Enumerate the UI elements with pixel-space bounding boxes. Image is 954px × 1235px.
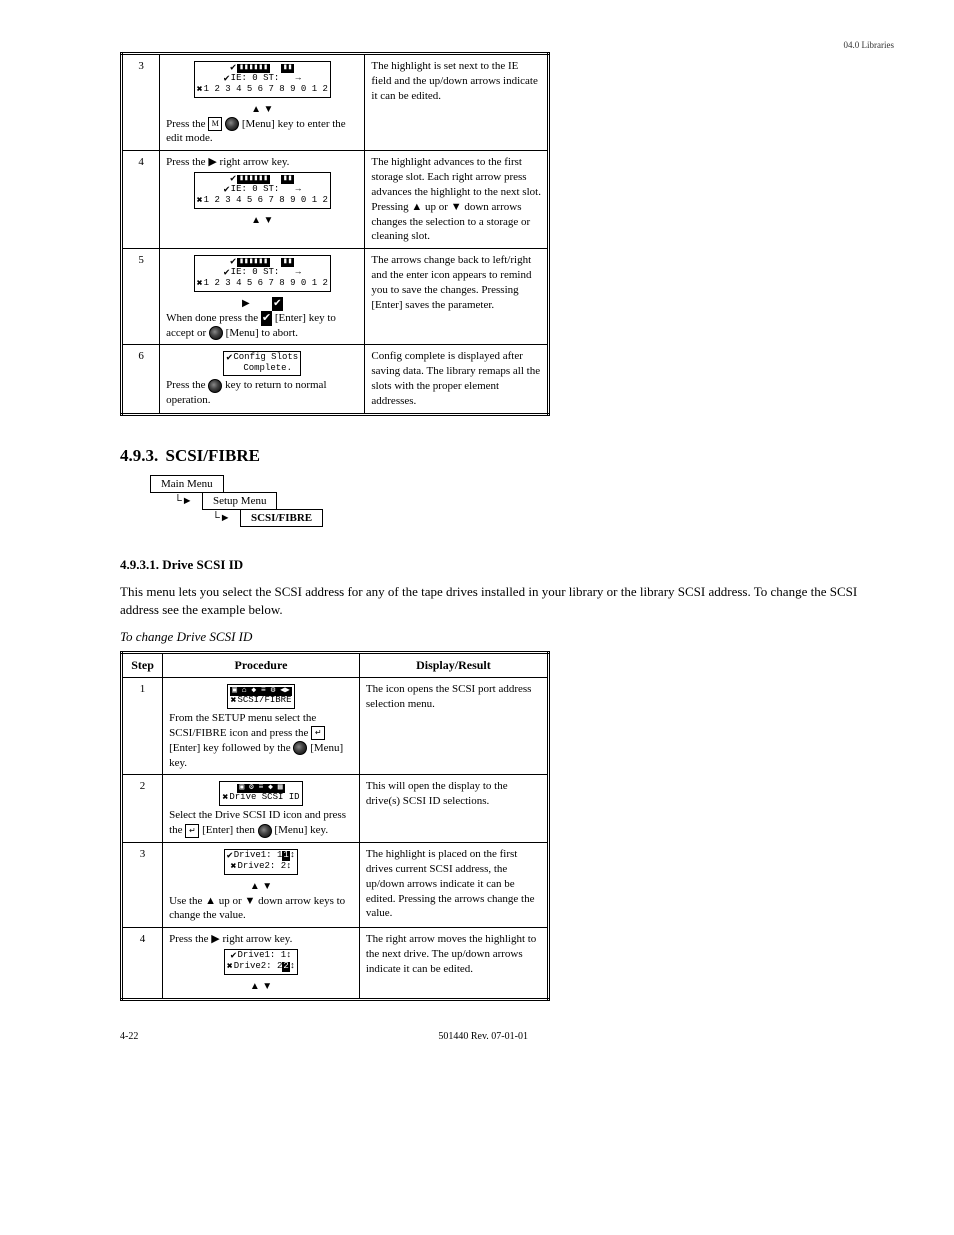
table-row: 3 ✔Drive1: 11↕ ✖Drive2: 2↕ ▲ ▼ Use the ▲… [122, 843, 549, 928]
nav-arrows: ▲ ▼ [169, 980, 353, 994]
lcd-panel: ▣ ⚙ ≡ ◆ ▦ ✖Drive SCSI ID [219, 781, 302, 806]
page-footer: 4-22 501440 Rev. 07-01-01 [120, 1031, 894, 1042]
result-cell: The highlight is set next to the IE fiel… [365, 54, 549, 151]
lcd-panel: ▣ ⌂ ◆ ≡ ⚙ ◀▶ ✖SCSI/FIBRE [227, 684, 295, 709]
menu-knob-icon [225, 117, 239, 131]
table-row: 4 Press the ▶ right arrow key. ✔Drive1: … [122, 928, 549, 999]
table-row: 3 ✔▮▮▮▮▮▮ ▮▮ ✔IE: 0 ST: → ✖1 2 3 4 5 6 7… [122, 54, 549, 151]
flow-arrow-icon: └► [212, 512, 240, 524]
enter-check-icon: ✔ [272, 297, 282, 311]
flow-box: Setup Menu [202, 492, 277, 510]
enter-key-icon: ✔ [261, 311, 272, 326]
table-row: 2 ▣ ⚙ ≡ ◆ ▦ ✖Drive SCSI ID Select the Dr… [122, 775, 549, 843]
running-head: 04.0 Libraries [120, 40, 894, 50]
th-result: Display/Result [359, 653, 548, 678]
menu-knob-icon [258, 824, 272, 838]
lcd-panel: ✔▮▮▮▮▮▮ ▮▮ ✔IE: 0 ST: → ✖1 2 3 4 5 6 7 8… [194, 255, 331, 292]
flow-arrow-icon: └► [174, 495, 202, 507]
nav-arrows: ▶ ✔ [166, 297, 358, 311]
note-text: This menu lets you select the SCSI addre… [120, 583, 894, 619]
procedure-cell: ✔▮▮▮▮▮▮ ▮▮ ✔IE: 0 ST: → ✖1 2 3 4 5 6 7 8… [160, 54, 365, 151]
step-cell: 3 [122, 54, 160, 151]
doc-id: 501440 Rev. 07-01-01 [438, 1031, 528, 1042]
table-row: 5 ✔▮▮▮▮▮▮ ▮▮ ✔IE: 0 ST: → ✖1 2 3 4 5 6 7… [122, 249, 549, 345]
procedure-table-1: 3 ✔▮▮▮▮▮▮ ▮▮ ✔IE: 0 ST: → ✖1 2 3 4 5 6 7… [120, 52, 550, 416]
enter-key-icon: ↵ [185, 824, 199, 838]
enter-key-icon: ↵ [311, 726, 325, 740]
th-step: Step [122, 653, 163, 678]
nav-arrows: ▲ ▼ [166, 214, 358, 228]
menu-flow-diagram: Main Menu └►Setup Menu └►SCSI/FIBRE [150, 475, 894, 527]
menu-knob-icon [209, 326, 223, 340]
flow-box: SCSI/FIBRE [240, 509, 323, 527]
table-header-row: Step Procedure Display/Result [122, 653, 549, 678]
menu-knob-icon [293, 741, 307, 755]
nav-arrows: ▲ ▼ [166, 103, 358, 117]
table-row: 4 Press the ▶ right arrow key. ✔▮▮▮▮▮▮ ▮… [122, 151, 549, 249]
table-row: 1 ▣ ⌂ ◆ ≡ ⚙ ◀▶ ✖SCSI/FIBRE From the SETU… [122, 678, 549, 775]
menu-knob-icon [208, 379, 222, 393]
subsection-heading: 4.9.3.1. Drive SCSI ID [120, 557, 894, 573]
menu-key-icon: M [208, 117, 222, 131]
procedure-table-2: Step Procedure Display/Result 1 ▣ ⌂ ◆ ≡ … [120, 651, 550, 1000]
page-number: 4-22 [120, 1031, 138, 1042]
lcd-panel: ✔Config Slots Complete. [223, 351, 301, 376]
lcd-panel: ✔Drive1: 1↕ ✖Drive2: 22↕ [224, 949, 298, 975]
th-proc: Procedure [163, 653, 360, 678]
lcd-panel: ✔▮▮▮▮▮▮ ▮▮ ✔IE: 0 ST: → ✖1 2 3 4 5 6 7 8… [194, 61, 331, 98]
lcd-panel: ✔Drive1: 11↕ ✖Drive2: 2↕ [224, 849, 298, 875]
table-row: 6 ✔Config Slots Complete. Press the key … [122, 345, 549, 414]
lcd-panel: ✔▮▮▮▮▮▮ ▮▮ ✔IE: 0 ST: → ✖1 2 3 4 5 6 7 8… [194, 172, 331, 209]
nav-arrows: ▲ ▼ [169, 880, 353, 894]
caption: To change Drive SCSI ID [120, 629, 894, 645]
flow-box: Main Menu [150, 475, 224, 493]
section-heading: 4.9.3. SCSI/FIBRE [120, 446, 894, 466]
